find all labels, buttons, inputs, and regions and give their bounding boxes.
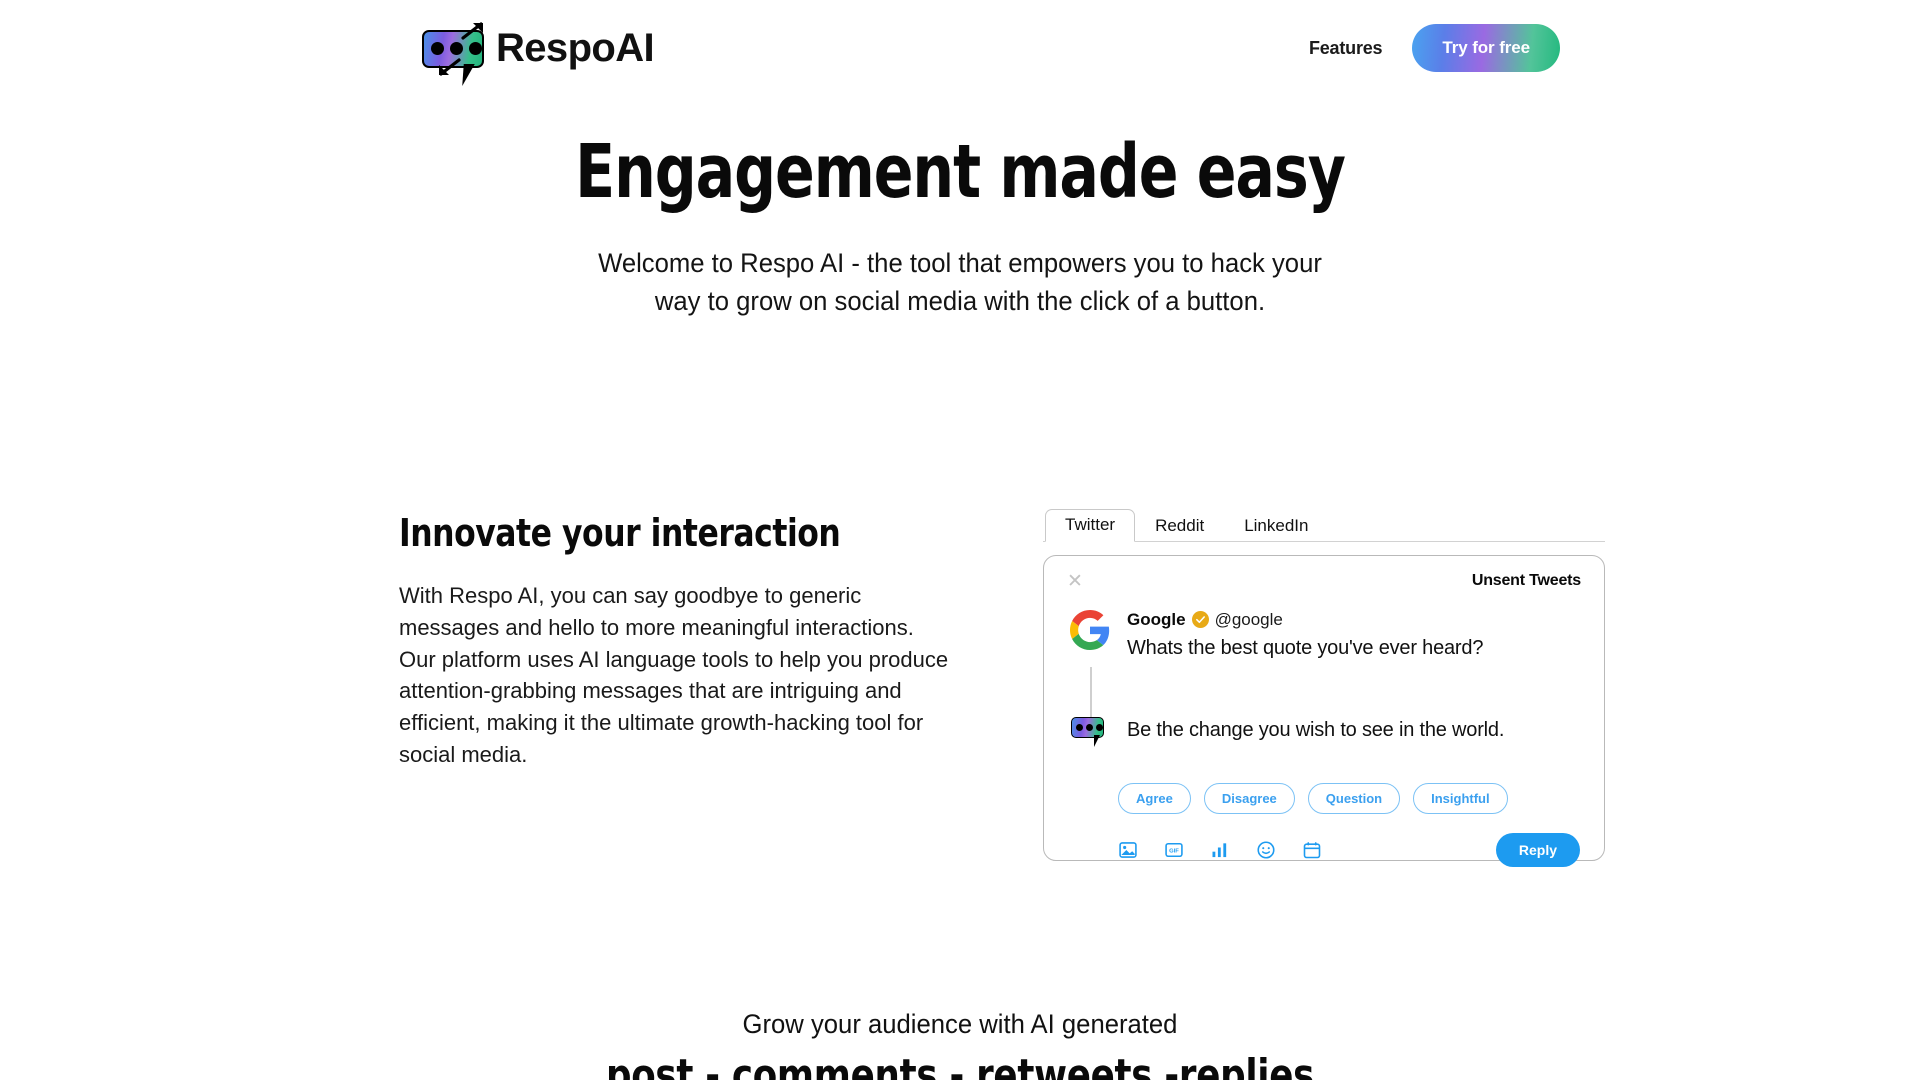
hero-subtitle: Welcome to Respo AI - the tool that empo… <box>48 244 1872 321</box>
respoai-chat-bubble-logo-icon <box>417 21 495 86</box>
verified-badge-icon <box>1191 611 1209 629</box>
site-header: RespoAI Features Try for free <box>0 0 1920 96</box>
bottom-line-1: Grow your audience with AI generated <box>742 1009 1178 1040</box>
emoji-icon[interactable] <box>1256 840 1276 860</box>
reply-button[interactable]: Reply <box>1495 833 1580 868</box>
feature-title: Innovate your interaction <box>399 511 841 556</box>
tab-reddit[interactable]: Reddit <box>1135 510 1224 542</box>
unsent-tweets-label: Unsent Tweets <box>1471 572 1581 590</box>
chip-insightful[interactable]: Insightful <box>1413 783 1508 815</box>
platform-tabs: Twitter Reddit LinkedIn <box>1043 509 1605 543</box>
tweet-author-row: Google @google <box>1127 610 1483 630</box>
image-icon[interactable] <box>1118 840 1138 860</box>
poll-chart-icon[interactable] <box>1210 840 1230 860</box>
feature-text-column: Innovate your interaction With Respo AI,… <box>399 505 959 770</box>
tweet-author-name: Google <box>1127 610 1186 630</box>
bottom-line-2: post - comments - retweets -replies <box>605 1050 1315 1080</box>
demo-panel: Twitter Reddit LinkedIn ✕ Unsent Tweets <box>1043 505 1605 868</box>
nav-link-features[interactable]: Features <box>1309 38 1383 59</box>
chip-disagree[interactable]: Disagree <box>1203 783 1295 815</box>
brand-logo[interactable]: RespoAI <box>417 21 655 86</box>
tweet-author-handle: @google <box>1214 610 1283 630</box>
tweet-body: Google @google Whats the best quote you'… <box>1127 610 1483 660</box>
google-logo-avatar-icon <box>1070 610 1110 651</box>
chip-question[interactable]: Question <box>1307 783 1401 815</box>
arrow-left-icon <box>439 58 461 76</box>
card-header: ✕ Unsent Tweets <box>1065 572 1583 594</box>
arrow-right-icon <box>461 22 483 40</box>
calendar-icon[interactable] <box>1302 840 1322 860</box>
tweet-text: Whats the best quote you've ever heard? <box>1127 637 1484 660</box>
hero-subtitle-line-2: way to grow on social media with the cli… <box>654 286 1266 317</box>
hero-section: Engagement made easy Welcome to Respo AI… <box>0 96 1920 320</box>
chip-agree[interactable]: Agree <box>1118 783 1191 815</box>
feature-body-text: With Respo AI, you can say goodbye to ge… <box>399 583 949 767</box>
brand-name: RespoAI <box>496 26 655 70</box>
try-for-free-button[interactable]: Try for free <box>1412 24 1560 72</box>
gif-icon[interactable]: GIF <box>1164 840 1184 860</box>
tab-linkedin[interactable]: LinkedIn <box>1224 510 1328 542</box>
composer-icon-row: GIF <box>1118 840 1322 860</box>
bottom-section: Grow your audience with AI generated pos… <box>0 1009 1920 1080</box>
hero-subtitle-line-1: Welcome to Respo AI - the tool that empo… <box>598 247 1322 278</box>
feature-section: Innovate your interaction With Respo AI,… <box>0 320 1920 868</box>
header-nav: Features Try for free <box>1309 24 1920 72</box>
tone-suggestion-chips: Agree Disagree Question Insightful <box>1065 783 1583 815</box>
reply-row: Be the change you wish to see in the wor… <box>1065 710 1583 750</box>
close-x-icon[interactable]: ✕ <box>1067 572 1083 591</box>
page-title: Engagement made easy <box>575 129 1346 215</box>
respoai-logo-avatar-icon <box>1070 710 1110 750</box>
reply-text: Be the change you wish to see in the wor… <box>1127 718 1505 741</box>
tweet-composer-card: ✕ Unsent Tweets Google @google Whats the… <box>1043 555 1605 868</box>
tab-twitter[interactable]: Twitter <box>1045 509 1136 543</box>
source-tweet: Google @google Whats the best quote you'… <box>1065 610 1583 732</box>
composer-actions: GIF Reply <box>1065 833 1583 868</box>
svg-text:GIF: GIF <box>1169 849 1179 855</box>
